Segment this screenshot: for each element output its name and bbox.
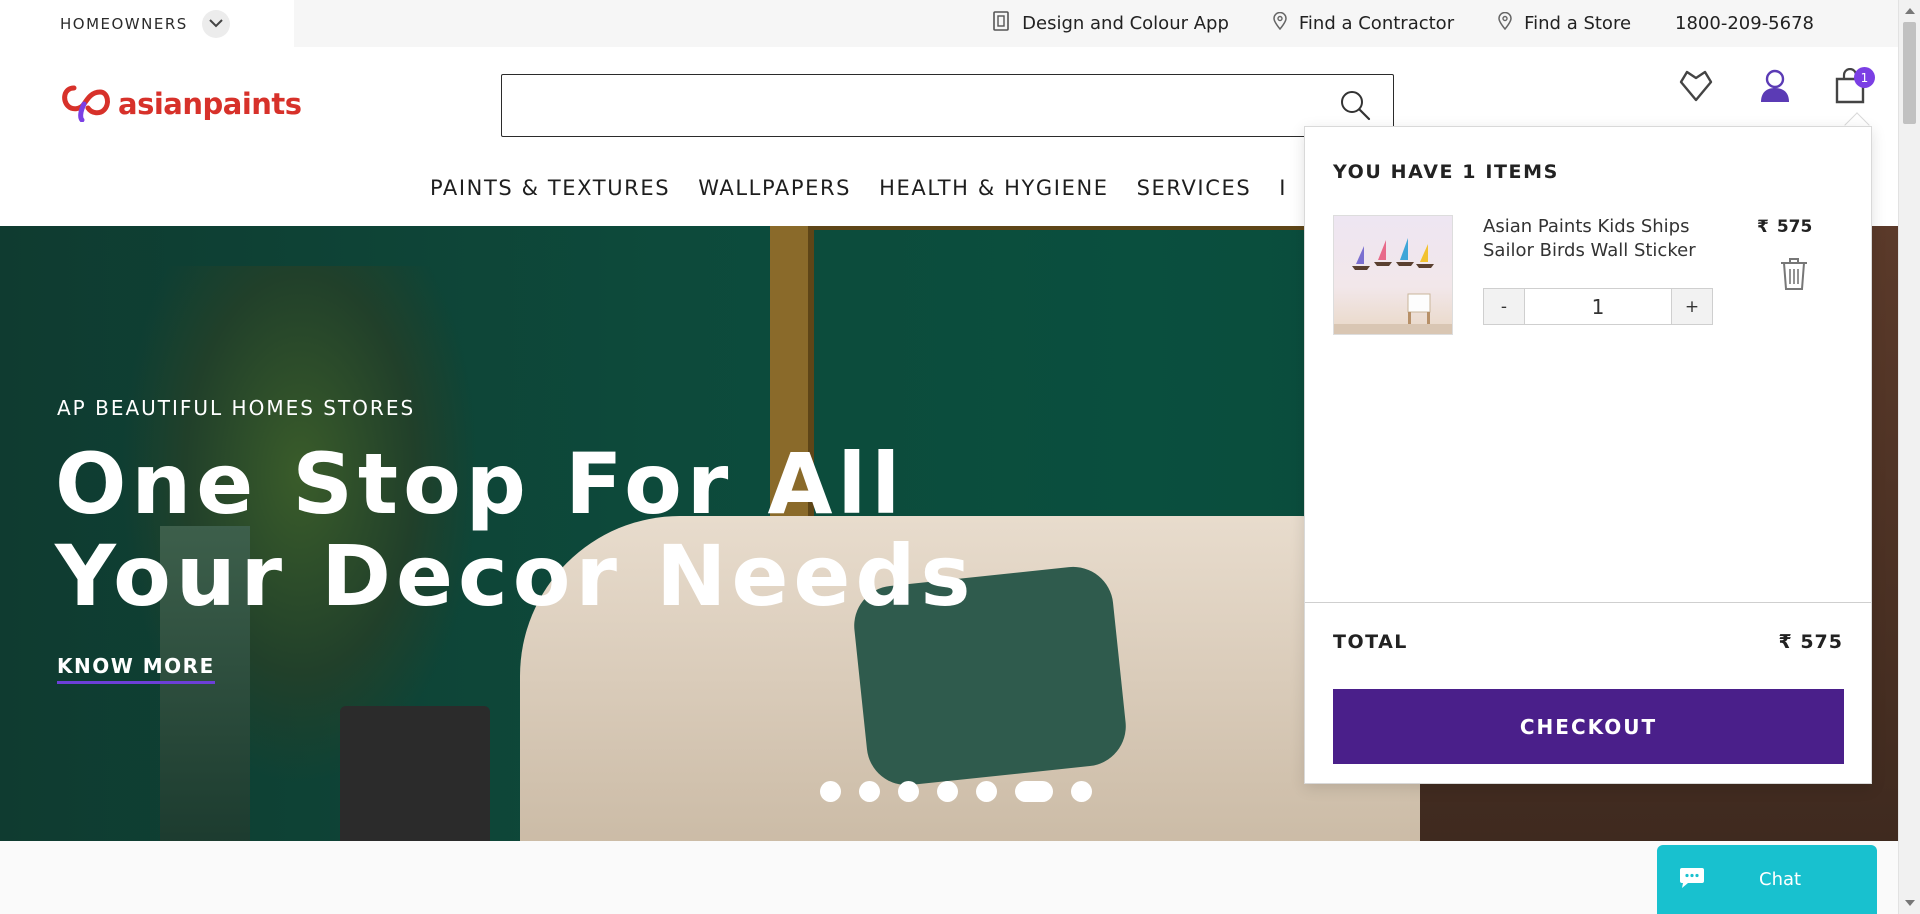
chat-button[interactable]: Chat <box>1657 845 1877 914</box>
carousel-dot[interactable] <box>859 781 880 802</box>
cart-divider <box>1305 602 1871 603</box>
hero-headline-line-1: One Stop For All <box>55 435 906 533</box>
increment-button[interactable]: + <box>1672 289 1712 324</box>
search-icon[interactable] <box>1339 89 1371 125</box>
quantity-stepper: - 1 + <box>1483 288 1713 325</box>
phone-number: 1800-209-5678 <box>1675 13 1814 34</box>
cart-title: YOU HAVE 1 ITEMS <box>1333 161 1559 183</box>
design-colour-app-label: Design and Colour App <box>1022 13 1229 34</box>
sailboat-sticker-icon <box>1352 238 1434 270</box>
scroll-up-arrow-icon[interactable] <box>1905 8 1915 14</box>
cart-count-badge: 1 <box>1854 67 1875 88</box>
carousel-dots <box>820 781 1092 802</box>
cart-item-price: ₹ 575 <box>1757 217 1812 237</box>
audience-selector[interactable]: HOMEOWNERS <box>0 0 294 47</box>
location-pin-icon <box>1273 11 1287 35</box>
user-account-icon[interactable] <box>1758 68 1792 108</box>
wishlist-heart-icon[interactable] <box>1678 68 1714 106</box>
carousel-dot[interactable] <box>937 781 958 802</box>
app-icon <box>992 11 1010 36</box>
find-contractor-link[interactable]: Find a Contractor <box>1273 11 1455 35</box>
carousel-dot[interactable] <box>1071 781 1092 802</box>
chevron-down-icon[interactable] <box>201 9 230 38</box>
find-store-label: Find a Store <box>1524 13 1632 34</box>
scroll-down-arrow-icon[interactable] <box>1905 900 1915 906</box>
nav-item-truncated[interactable]: I <box>1279 176 1287 200</box>
utility-bar: HOMEOWNERS Design and Colour App Find a … <box>0 0 1898 47</box>
page-section-below <box>0 841 1898 914</box>
cart-item-price-value: 575 <box>1776 217 1813 237</box>
hero-headline: One Stop For All Your Decor Needs <box>55 438 976 622</box>
hero-headline-line-2: Your Decor Needs <box>55 527 976 625</box>
rupee-symbol: ₹ <box>1757 217 1769 237</box>
carousel-dot[interactable] <box>976 781 997 802</box>
main-nav: PAINTS & TEXTURES WALLPAPERS HEALTH & HY… <box>430 176 1287 200</box>
location-pin-icon <box>1498 11 1512 35</box>
carousel-dot[interactable] <box>898 781 919 802</box>
cart-dropdown: YOU HAVE 1 ITEMS Asian Paints Kids Ships… <box>1304 126 1872 784</box>
logo-text: asianpaints <box>118 87 302 121</box>
cart-item-name[interactable]: Asian Paints Kids Ships Sailor Birds Wal… <box>1483 215 1733 263</box>
search-input[interactable] <box>502 75 1322 135</box>
top-links: Design and Colour App Find a Contractor … <box>992 0 1814 47</box>
phone-number-link[interactable]: 1800-209-5678 <box>1675 13 1814 34</box>
total-label: TOTAL <box>1333 631 1408 653</box>
quantity-value[interactable]: 1 <box>1524 289 1672 324</box>
search-bar <box>501 74 1394 137</box>
nav-item-wallpapers[interactable]: WALLPAPERS <box>698 176 851 200</box>
know-more-link[interactable]: KNOW MORE <box>57 654 215 684</box>
hero-eyebrow: AP BEAUTIFUL HOMES STORES <box>57 396 416 420</box>
page-scrollbar[interactable] <box>1898 0 1920 914</box>
checkout-button[interactable]: CHECKOUT <box>1333 689 1844 764</box>
chat-label: Chat <box>1759 869 1802 890</box>
brand-logo[interactable]: asianpaints <box>58 82 302 126</box>
chat-bubble-icon <box>1679 866 1705 894</box>
delete-trash-icon[interactable] <box>1779 257 1809 295</box>
find-contractor-label: Find a Contractor <box>1298 13 1455 34</box>
design-colour-app-link[interactable]: Design and Colour App <box>992 11 1229 36</box>
cart-item-thumbnail[interactable] <box>1333 215 1453 335</box>
nav-item-health-hygiene[interactable]: HEALTH & HYGIENE <box>879 176 1109 200</box>
find-store-link[interactable]: Find a Store <box>1498 11 1632 35</box>
carousel-dot[interactable] <box>820 781 841 802</box>
nav-item-paints-textures[interactable]: PAINTS & TEXTURES <box>430 176 670 200</box>
scrollbar-thumb[interactable] <box>1903 22 1916 124</box>
logo-mark-icon <box>58 82 114 126</box>
audience-label: HOMEOWNERS <box>60 14 188 33</box>
hero-planter-image <box>340 706 490 841</box>
carousel-dot-active[interactable] <box>1015 781 1053 802</box>
decrement-button[interactable]: - <box>1484 289 1524 324</box>
total-value: ₹ 575 <box>1778 631 1843 653</box>
nav-item-services[interactable]: SERVICES <box>1137 176 1252 200</box>
